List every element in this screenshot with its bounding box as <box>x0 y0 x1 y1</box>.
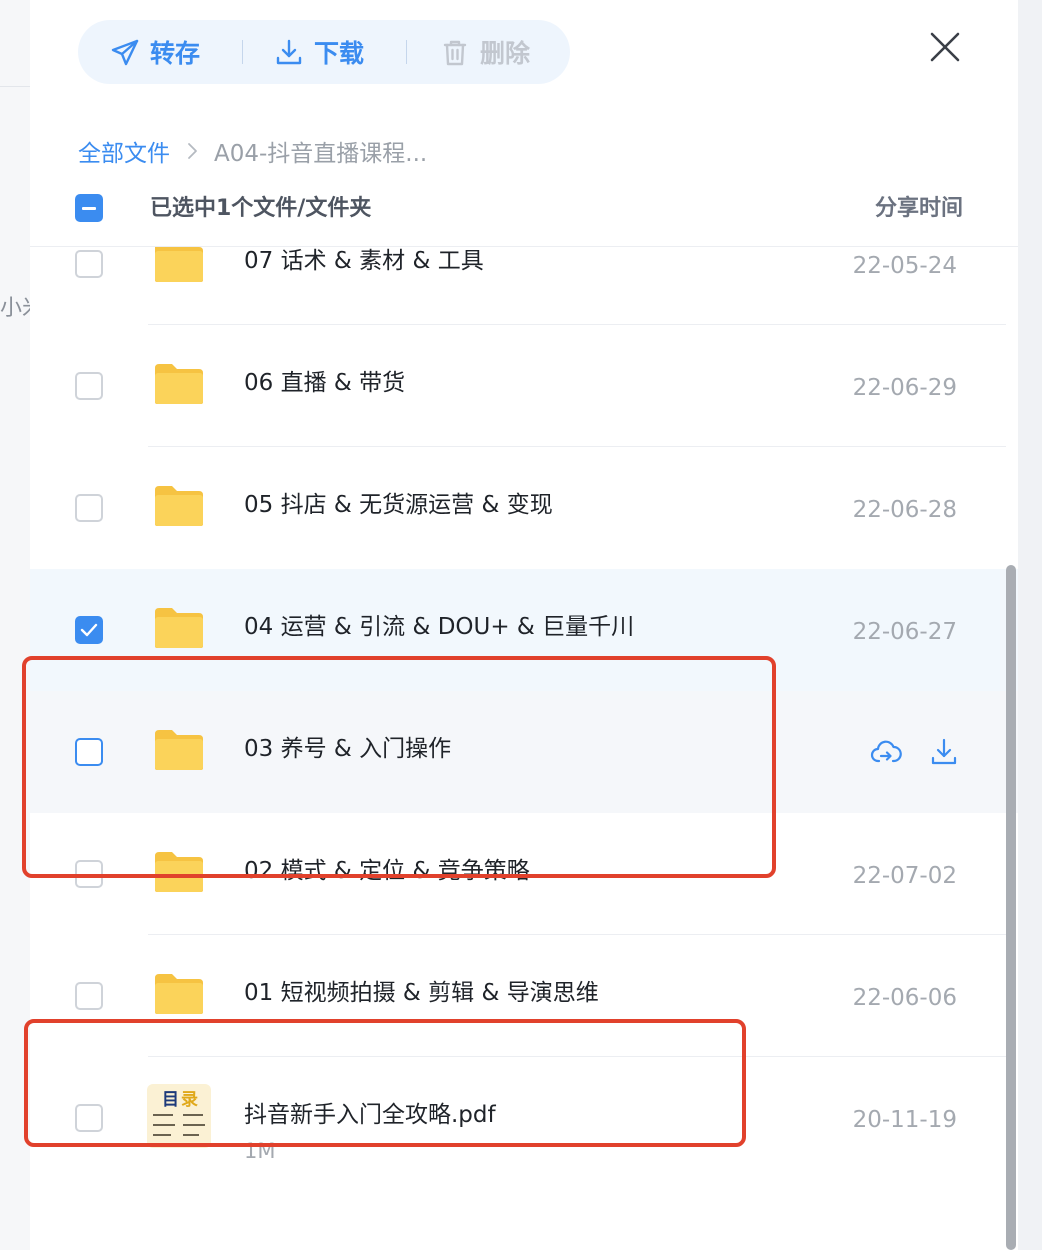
download-label: 下载 <box>314 39 365 68</box>
close-icon[interactable] <box>926 28 964 66</box>
download-button[interactable]: 下载 <box>274 20 364 84</box>
check-icon <box>80 623 98 637</box>
list-header: 已选中1个文件/文件夹 分享时间 <box>30 186 1018 230</box>
file-name[interactable]: 抖音新手入门全攻略.pdf <box>244 1095 496 1129</box>
list-item[interactable]: 01 短视频拍摄 & 剪辑 & 导演思维 22-06-06 <box>30 935 1018 1057</box>
download-icon <box>276 39 302 65</box>
thumb-line <box>183 1134 199 1136</box>
chevron-right-icon <box>188 143 197 159</box>
thumb-line <box>153 1134 171 1136</box>
select-all-checkbox[interactable] <box>75 194 103 222</box>
pdf-thumb-title: 目 <box>162 1090 179 1110</box>
share-date: 20-11-19 <box>852 1107 957 1133</box>
background-divider <box>0 86 30 87</box>
row-checkbox[interactable] <box>75 494 103 522</box>
share-date: 22-06-27 <box>852 619 957 645</box>
delete-button[interactable]: 删除 <box>440 20 530 84</box>
delete-label: 删除 <box>480 39 531 68</box>
row-checkbox[interactable] <box>75 250 103 278</box>
folder-icon <box>155 974 203 1014</box>
background-right-edge <box>1018 0 1042 1250</box>
list-item-hovered[interactable]: 03 养号 & 入门操作 <box>30 691 1018 813</box>
list-item-selected[interactable]: 04 运营 & 引流 & DOU+ & 巨量千川 22-06-27 <box>30 569 1018 691</box>
list-item[interactable]: 02 模式 & 定位 & 竞争策略 22-07-02 <box>30 813 1018 935</box>
row-checkbox[interactable] <box>75 982 103 1010</box>
folder-icon <box>155 730 203 770</box>
row-checkbox[interactable] <box>75 1104 103 1132</box>
transfer-button[interactable]: 转存 <box>110 20 200 84</box>
file-size: 1M <box>244 1139 276 1163</box>
file-name[interactable]: 05 抖店 & 无货源运营 & 变现 <box>244 485 553 519</box>
thumb-line <box>153 1114 173 1116</box>
file-name[interactable]: 07 话术 & 素材 & 工具 <box>244 247 484 275</box>
file-name[interactable]: 02 模式 & 定位 & 竞争策略 <box>244 851 530 885</box>
action-toolbar: 转存 下载 删除 <box>78 20 570 84</box>
folder-icon <box>155 486 203 526</box>
list-item[interactable]: 目 录 抖音新手入门全攻略.pdf 1M 20-11-19 <box>30 1057 1018 1179</box>
selection-count: 已选中1个文件/文件夹 <box>150 196 372 221</box>
column-share-time[interactable]: 分享时间 <box>875 190 963 222</box>
list-item[interactable]: 06 直播 & 带货 22-06-29 <box>30 325 1018 447</box>
file-name[interactable]: 03 养号 & 入门操作 <box>244 729 451 763</box>
thumb-line <box>153 1124 175 1126</box>
file-name[interactable]: 04 运营 & 引流 & DOU+ & 巨量千川 <box>244 607 634 641</box>
share-date: 22-05-24 <box>852 253 957 279</box>
row-checkbox[interactable] <box>75 738 103 766</box>
minus-icon <box>82 207 96 210</box>
row-checkbox-checked[interactable] <box>75 616 103 644</box>
share-date: 22-07-02 <box>852 863 957 889</box>
thumb-line <box>183 1114 203 1116</box>
row-checkbox[interactable] <box>75 372 103 400</box>
folder-icon <box>155 608 203 648</box>
background-page-edge: 小米 <box>0 0 30 1250</box>
folder-icon <box>155 247 203 282</box>
breadcrumb: 全部文件 A04-抖音直播课程... <box>78 134 427 168</box>
list-item[interactable]: 07 话术 & 素材 & 工具 22-05-24 <box>30 247 1018 325</box>
folder-icon <box>155 852 203 892</box>
row-checkbox[interactable] <box>75 860 103 888</box>
thumb-line <box>183 1124 205 1126</box>
toolbar-separator <box>406 40 407 64</box>
trash-icon <box>443 40 467 66</box>
pdf-thumb-title: 录 <box>181 1090 198 1110</box>
file-list: 07 话术 & 素材 & 工具 22-05-24 06 直播 & 带货 22-0… <box>30 247 1018 1250</box>
share-date: 22-06-28 <box>852 497 957 523</box>
pdf-thumbnail: 目 录 <box>147 1084 211 1148</box>
share-date: 22-06-06 <box>852 985 957 1011</box>
list-item[interactable]: 05 抖店 & 无货源运营 & 变现 22-06-28 <box>30 447 1018 569</box>
share-date: 22-06-29 <box>852 375 957 401</box>
file-name[interactable]: 06 直播 & 带货 <box>244 363 405 397</box>
file-name[interactable]: 01 短视频拍摄 & 剪辑 & 导演思维 <box>244 973 599 1007</box>
toolbar-separator <box>242 40 243 64</box>
breadcrumb-root-link[interactable]: 全部文件 <box>78 134 170 168</box>
folder-icon <box>155 364 203 404</box>
download-icon[interactable] <box>928 736 960 768</box>
background-partial-text: 小米 <box>0 296 30 321</box>
share-file-panel: 转存 下载 删除 全部文件 A04-抖音直播课程... 已选中1个文件/文件夹 … <box>30 0 1018 1250</box>
send-icon <box>111 39 139 66</box>
row-hover-actions <box>870 736 960 768</box>
breadcrumb-current: A04-抖音直播课程... <box>214 141 428 167</box>
cloud-save-icon[interactable] <box>870 736 902 768</box>
transfer-label: 转存 <box>150 39 201 68</box>
scrollbar-thumb[interactable] <box>1006 565 1016 1250</box>
